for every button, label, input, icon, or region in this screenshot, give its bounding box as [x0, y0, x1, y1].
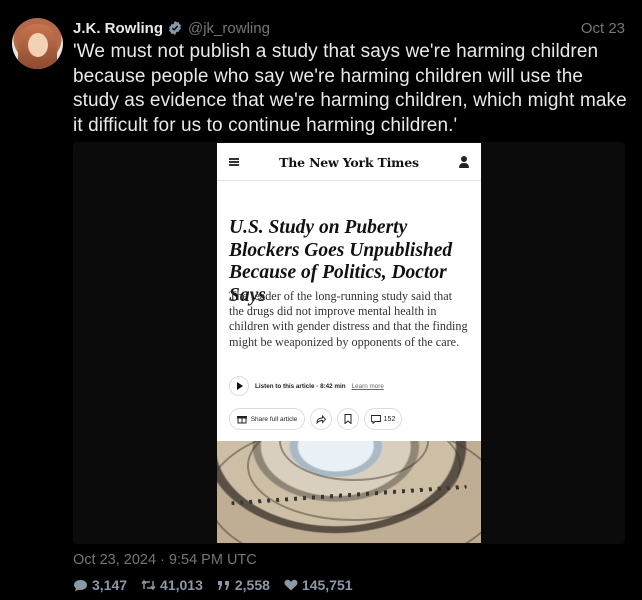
tweet-text: 'We must not publish a study that says w…	[73, 41, 627, 137]
tweet-date[interactable]: Oct 23	[581, 20, 625, 37]
tweet-media[interactable]: The New York Times U.S. Study on Puberty…	[73, 142, 625, 544]
author-handle[interactable]: @jk_rowling	[188, 20, 270, 37]
article-actions: Share full article 152	[229, 408, 402, 430]
nyt-header: The New York Times	[217, 143, 481, 181]
heart-icon	[284, 579, 298, 591]
retweet-icon	[141, 579, 156, 591]
retweet-count: 41,013	[160, 577, 203, 593]
article-screenshot: The New York Times U.S. Study on Puberty…	[217, 143, 481, 543]
avatar-face	[28, 33, 48, 57]
learn-more-link: Learn more	[351, 382, 384, 390]
comment-icon	[370, 414, 381, 424]
capitol-dome-photo	[217, 441, 481, 543]
share-label: Share full article	[250, 415, 298, 423]
comment-count: 152	[383, 415, 396, 423]
nyt-masthead-logo: The New York Times	[279, 155, 419, 170]
account-icon	[459, 156, 469, 170]
tweet-timestamp[interactable]: Oct 23, 2024 · 9:54 PM UTC	[73, 552, 257, 568]
forward-arrow-icon	[316, 414, 326, 424]
author-avatar[interactable]	[12, 18, 63, 69]
bookmark-icon	[344, 414, 352, 424]
comments-button: 152	[364, 408, 402, 430]
gift-icon	[236, 416, 247, 424]
verified-badge-icon	[169, 21, 181, 35]
reply-button[interactable]: 3,147	[73, 577, 127, 593]
forward-button	[310, 408, 332, 430]
play-icon	[229, 376, 249, 396]
like-count: 145,751	[301, 577, 353, 593]
listen-row: Listen to this article · 8:42 min Learn …	[229, 376, 384, 396]
quote-marks-icon	[217, 580, 229, 590]
like-button[interactable]: 145,751	[284, 577, 353, 593]
engagement-bar: 3,147 41,013 2,558 145,751	[73, 577, 367, 593]
quote-button[interactable]: 2,558	[217, 577, 270, 593]
quote-count: 2,558	[234, 577, 270, 593]
bookmark-button	[337, 408, 359, 430]
author-name[interactable]: J.K. Rowling	[73, 20, 163, 37]
reply-count: 3,147	[92, 577, 128, 593]
reply-bubble-icon	[74, 579, 87, 591]
share-full-article-button: Share full article	[229, 408, 305, 430]
article-summary: The leader of the long-running study sai…	[229, 289, 468, 349]
listen-label: Listen to this article · 8:42 min	[255, 382, 346, 390]
retweet-button[interactable]: 41,013	[141, 577, 203, 593]
tweet-header: J.K. Rowling @jk_rowling Oct 23	[73, 17, 625, 39]
